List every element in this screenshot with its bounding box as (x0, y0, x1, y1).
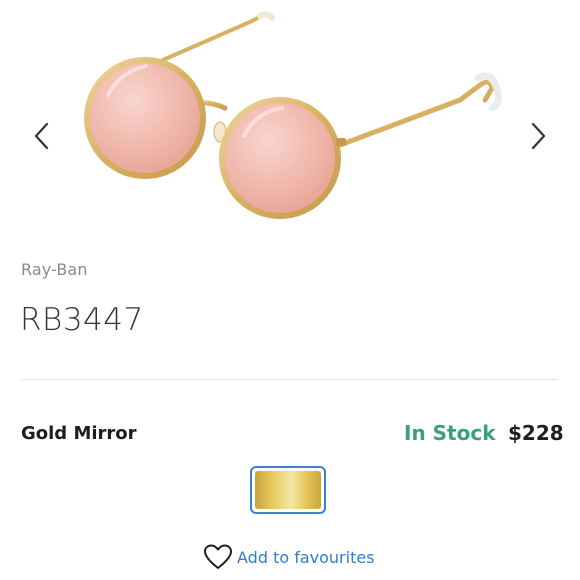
variant-name: Gold Mirror (21, 423, 137, 444)
add-to-favourites-label: Add to favourites (237, 547, 375, 567)
stock-status: In Stock (404, 421, 496, 445)
product-detail-page: Ray-Ban RB3447 Gold Mirror In Stock $228… (0, 0, 580, 580)
color-swatch-gold-mirror[interactable] (250, 466, 326, 514)
previous-image-button[interactable] (28, 118, 56, 154)
swatch-fill (255, 471, 321, 509)
chevron-left-icon (34, 122, 49, 150)
next-image-button[interactable] (524, 118, 552, 154)
product-image (84, 11, 502, 219)
chevron-right-icon (531, 122, 546, 150)
add-to-favourites-button[interactable]: Add to favourites (203, 542, 375, 572)
heart-outline-icon (204, 544, 232, 569)
divider (21, 379, 558, 380)
product-model: RB3447 (20, 302, 144, 338)
price: $228 (508, 421, 564, 445)
brand-name: Ray-Ban (21, 260, 88, 279)
